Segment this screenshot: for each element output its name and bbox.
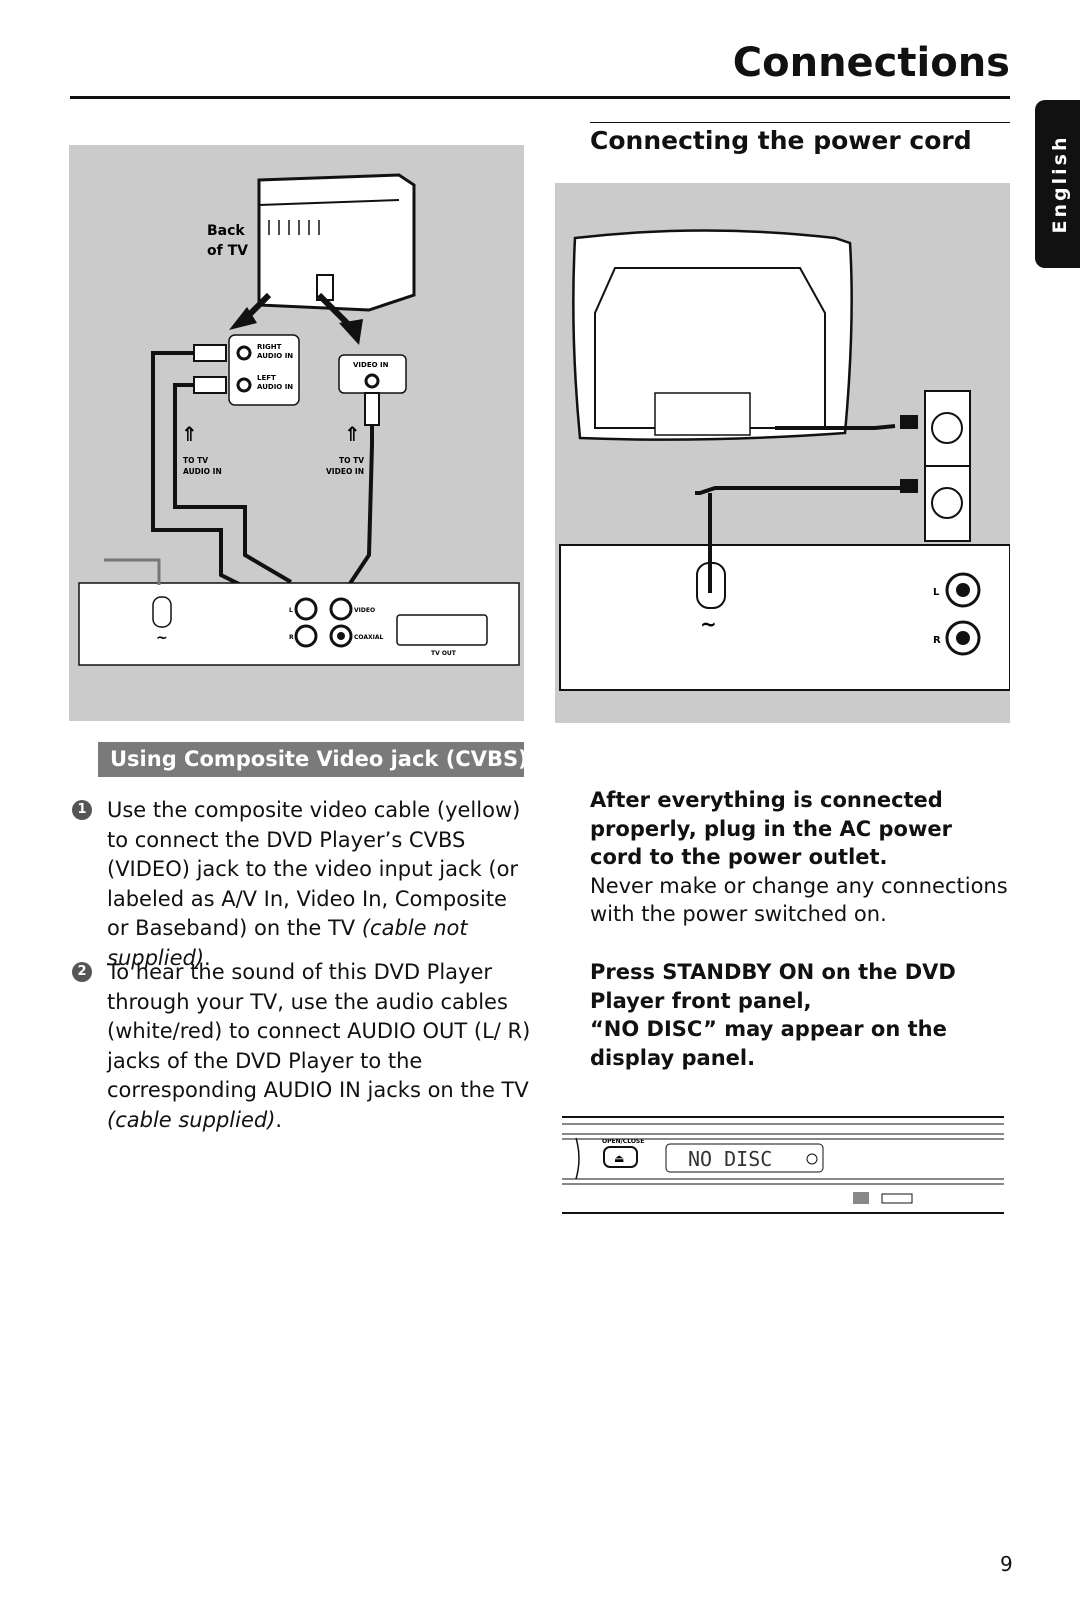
- cvbs-connection-diagram: Back of TV RIGHT AUDIO IN LEFT AUDIO IN …: [69, 145, 524, 721]
- section-divider: [590, 122, 1010, 123]
- tv-back-illustration: [229, 173, 416, 345]
- arrow-up-icon: ⇑: [181, 422, 198, 446]
- right-audio-in-label: RIGHT: [257, 343, 282, 351]
- page-title: Connections: [732, 40, 1010, 86]
- jack-video-label: VIDEO: [354, 607, 375, 614]
- tv-out-label: TV OUT: [431, 650, 457, 657]
- disc-logo-icon: [853, 1192, 869, 1204]
- left-audio-in-label: LEFT: [257, 374, 276, 382]
- punct: .: [275, 1107, 283, 1132]
- step-number: 2: [72, 962, 92, 982]
- power-cord-heading: Connecting the power cord: [590, 126, 972, 155]
- safety-note: Never make or change any connections wit…: [590, 873, 1008, 927]
- to-tv-video-label-2: VIDEO IN: [326, 467, 364, 476]
- step-note: (cable supplied): [107, 1107, 276, 1132]
- right-audio-in-label-2: AUDIO IN: [257, 352, 293, 360]
- language-tab: English: [1035, 100, 1080, 268]
- standby-instruction: Press STANDBY ON on the DVD Player front…: [590, 960, 956, 1013]
- jack-coaxial-label: COAXIAL: [354, 634, 383, 641]
- to-tv-audio-label-2: AUDIO IN: [183, 467, 222, 476]
- step-text: To hear the sound of this DVD Player thr…: [107, 960, 531, 1102]
- standby-instructions: Press STANDBY ON on the DVD Player front…: [590, 958, 1010, 1072]
- power-instructions: After everything is connected properly, …: [590, 786, 1010, 929]
- to-tv-video-label: TO TV: [339, 456, 364, 465]
- step-2: 2 To hear the sound of this DVD Player t…: [72, 958, 532, 1135]
- title-divider: [70, 96, 1010, 99]
- dvd-player-back: [559, 544, 1011, 691]
- back-of-tv-label-line2: of TV: [207, 243, 248, 259]
- jack-l-label: L: [289, 607, 293, 614]
- dolby-digital-logo-icon: [881, 1193, 913, 1204]
- display-readout: NO DISC: [688, 1147, 772, 1171]
- step-1: 1 Use the composite video cable (yellow)…: [72, 796, 532, 973]
- to-tv-audio-label: TO TV: [183, 456, 208, 465]
- power-cord-diagram: ~ L R: [555, 183, 1011, 723]
- open-close-label: OPEN/CLOSE: [602, 1138, 644, 1145]
- ac-symbol-icon: ~: [156, 630, 168, 646]
- scart-connector: [396, 614, 488, 646]
- left-audio-in-label-2: AUDIO IN: [257, 383, 293, 391]
- cvbs-section-banner: Using Composite Video jack (CVBS): [98, 742, 528, 777]
- language-tab-label: English: [1049, 134, 1071, 234]
- no-disc-note: “NO DISC” may appear on the display pane…: [590, 1017, 947, 1070]
- back-of-tv-label-line1: Back: [207, 223, 245, 239]
- plug-in-instruction: After everything is connected properly, …: [590, 788, 952, 869]
- dvd-front-panel: OPEN/CLOSE ⏏ NO DISC: [562, 1114, 1004, 1214]
- page-number: 9: [1000, 1552, 1013, 1576]
- jack-r-label: R: [933, 635, 941, 646]
- arrow-up-icon: ⇑: [344, 422, 361, 446]
- step-number: 1: [72, 800, 92, 820]
- ac-symbol-icon: ~: [700, 612, 717, 636]
- jack-l-label: L: [933, 587, 940, 598]
- video-in-label: VIDEO IN: [353, 361, 389, 369]
- eject-icon: ⏏: [614, 1152, 624, 1165]
- jack-r-label: R: [289, 634, 294, 641]
